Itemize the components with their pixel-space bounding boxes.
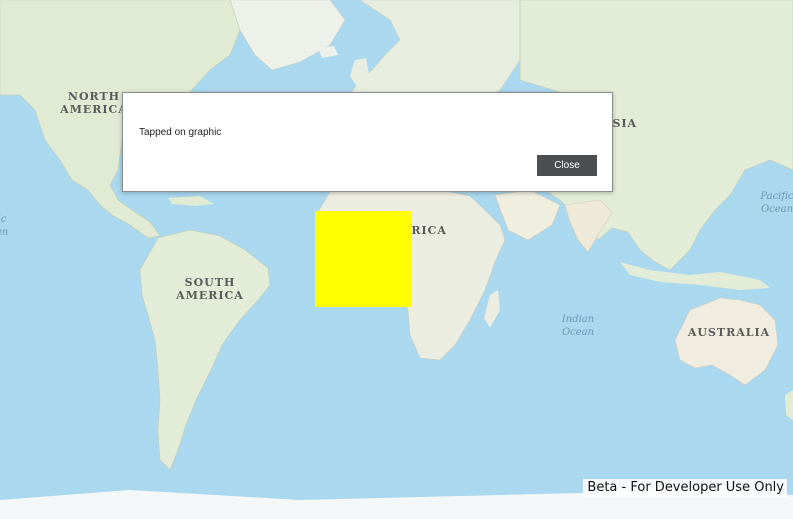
- developer-watermark: Beta - For Developer Use Only: [583, 479, 787, 497]
- yellow-graphic[interactable]: [315, 211, 412, 307]
- label-north-america: NORTH AMERICA: [60, 90, 128, 116]
- label-indian-ocean: Indian Ocean: [561, 314, 595, 338]
- world-map[interactable]: NORTH AMERICA SOUTH AMERICA AFRICA ASIA AU…: [0, 0, 793, 519]
- label-pacific-ocean-east: Pacific Ocean: [760, 191, 793, 215]
- close-button[interactable]: Close: [537, 155, 597, 176]
- label-south-america: SOUTH AMERICA: [176, 276, 244, 302]
- label-pacific-ocean-west: ican: [0, 214, 9, 238]
- message-dialog: Tapped on graphic Close: [122, 92, 613, 192]
- dialog-message: Tapped on graphic: [139, 127, 222, 138]
- label-australia: AUSTRALIA: [687, 326, 771, 339]
